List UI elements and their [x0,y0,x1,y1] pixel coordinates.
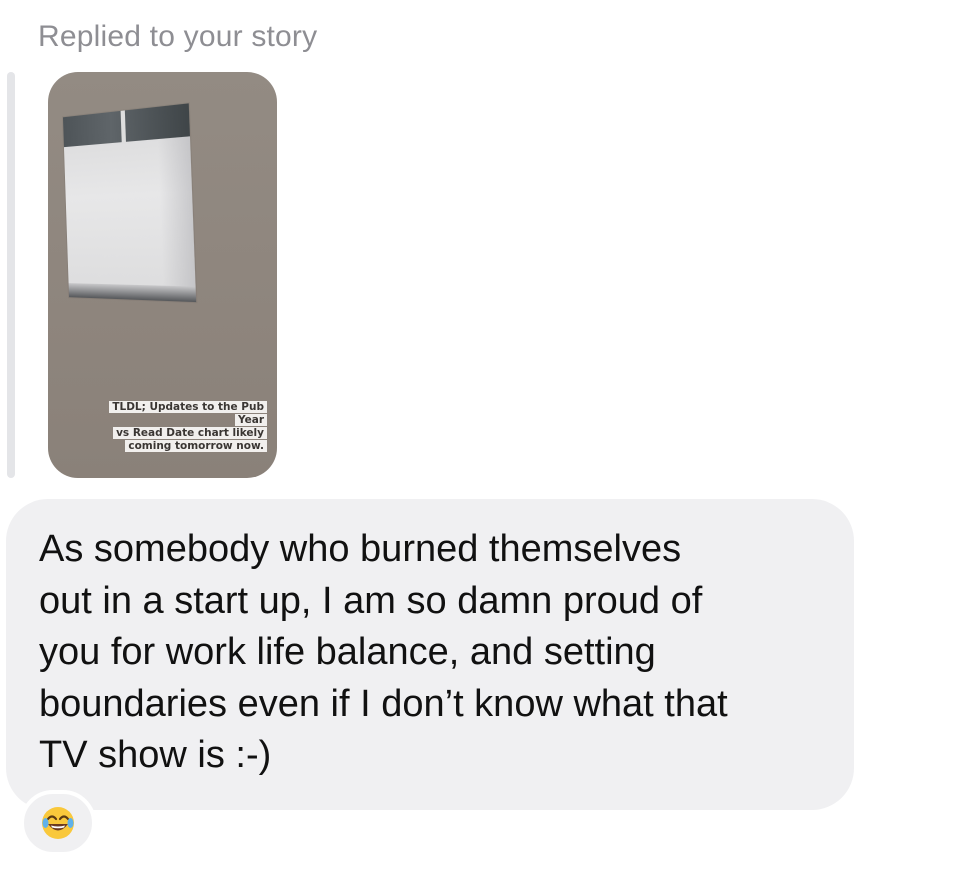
message-text: As somebody who burned themselves out in… [39,528,728,776]
story-caption-line-1: TLDL; Updates to the Pub Year [109,401,267,426]
reply-header: Replied to your story [38,20,318,53]
floor-edge [68,283,197,303]
story-caption: TLDL; Updates to the Pub Year vs Read Da… [95,401,267,453]
face-with-tears-of-joy-icon [40,805,76,841]
quote-bar [7,72,15,478]
reaction-badge[interactable] [20,790,96,856]
story-caption-line-2: vs Read Date chart likely [113,427,267,439]
story-photo [62,103,197,303]
message-bubble[interactable]: As somebody who burned themselves out in… [6,499,854,810]
story-thumbnail[interactable]: TLDL; Updates to the Pub Year vs Read Da… [48,72,277,478]
wall-shade [157,136,197,303]
story-caption-line-3: coming tomorrow now. [125,440,267,452]
